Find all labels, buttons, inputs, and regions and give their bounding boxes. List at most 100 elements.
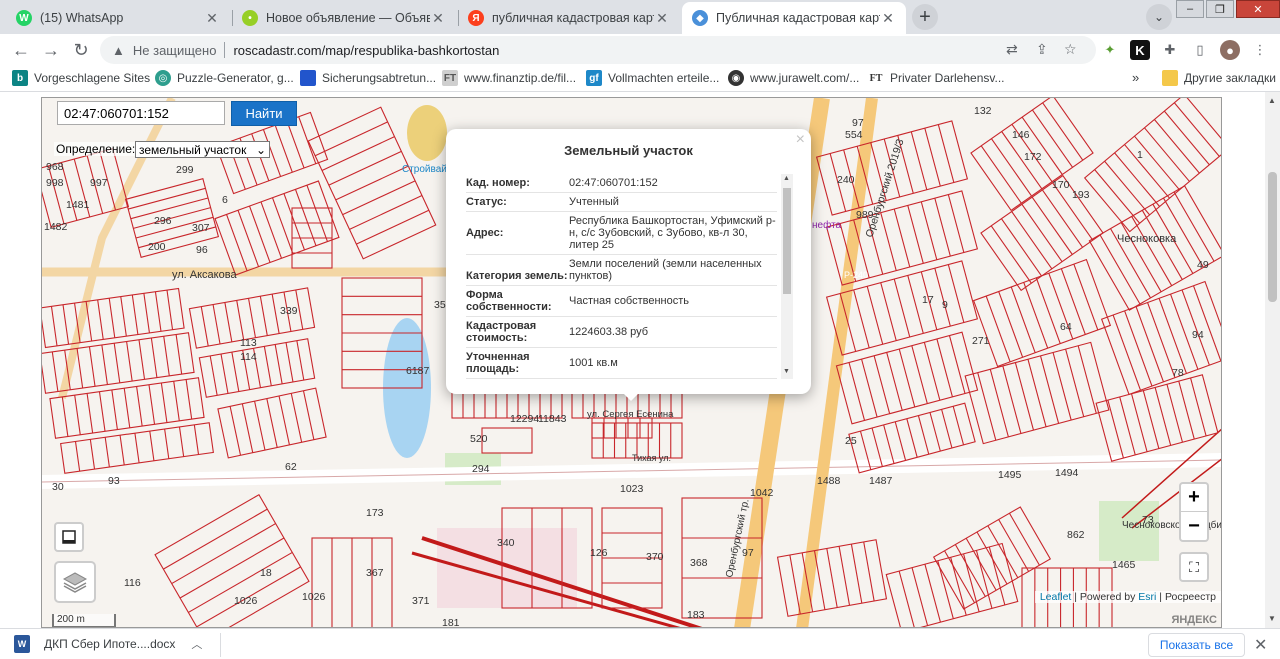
tab-yandex[interactable]: Я публичная кадастровая карта р ✕ bbox=[458, 2, 680, 34]
browser-toolbar: ← → ↻ ▲ Не защищено roscadastr.com/map/r… bbox=[0, 34, 1280, 65]
chevron-up-icon[interactable]: ︿ bbox=[191, 636, 202, 652]
new-tab-button[interactable]: + bbox=[912, 4, 938, 30]
tab-avito[interactable]: • Новое объявление — Объявления ✕ bbox=[232, 2, 456, 34]
bookmark-item[interactable]: Sicherungsabtretun... bbox=[300, 70, 436, 86]
map-label: 64 bbox=[1060, 321, 1072, 333]
scroll-thumb[interactable] bbox=[1268, 172, 1277, 302]
esri-link[interactable]: Esri bbox=[1138, 591, 1156, 603]
tab-search-button[interactable]: ⌄ bbox=[1146, 4, 1172, 30]
row-key: Категория земель: bbox=[466, 270, 568, 282]
popup-scrollbar[interactable]: ▲ ▼ bbox=[781, 174, 793, 379]
row-value: Республика Башкортостан, Уфимский р-н, с… bbox=[569, 215, 776, 251]
scroll-thumb[interactable] bbox=[783, 188, 791, 294]
bookmark-label: www.jurawelt.com/... bbox=[750, 71, 860, 85]
map-label: 18 bbox=[260, 567, 272, 579]
reload-button[interactable]: ↻ bbox=[68, 37, 94, 63]
bing-icon: b bbox=[12, 70, 28, 86]
ft-icon: FT bbox=[869, 72, 883, 84]
tab-whatsapp[interactable]: W (15) WhatsApp ✕ bbox=[6, 2, 230, 34]
row-value: 1224603.38 руб bbox=[569, 326, 649, 338]
map-label: нефта bbox=[812, 219, 842, 231]
divider bbox=[224, 42, 226, 58]
map-label: 93 bbox=[108, 475, 120, 487]
zoom-in-button[interactable]: + bbox=[1181, 484, 1207, 512]
puzzle-icon: ◎ bbox=[155, 70, 171, 86]
map-label: 17 bbox=[922, 294, 934, 306]
bookmark-label: www.finanztip.de/fil... bbox=[464, 71, 577, 85]
find-button[interactable]: Найти bbox=[231, 101, 297, 126]
forward-button[interactable]: → bbox=[38, 37, 64, 63]
row-key: Кадастровая стоимость: bbox=[466, 320, 537, 344]
menu-icon[interactable]: ⋮ bbox=[1250, 40, 1270, 60]
map-label: 116 bbox=[124, 577, 141, 589]
k-extension-icon[interactable]: K bbox=[1130, 40, 1150, 60]
zoom-out-button[interactable]: − bbox=[1181, 512, 1207, 540]
fullscreen-button[interactable]: ⛶ bbox=[1179, 552, 1209, 582]
map-label: 12294 bbox=[510, 413, 539, 425]
map-label: 368 bbox=[690, 557, 708, 569]
cadastral-search-input[interactable] bbox=[57, 101, 225, 125]
close-icon[interactable]: ✕ bbox=[204, 10, 220, 27]
chevron-down-icon: ⌄ bbox=[255, 142, 266, 157]
close-icon[interactable]: ✕ bbox=[430, 10, 446, 27]
map-label: 62 bbox=[285, 461, 297, 473]
map-label: 371 bbox=[412, 595, 430, 607]
bookmark-item[interactable]: FT www.finanztip.de/fil... bbox=[442, 70, 576, 86]
address-bar[interactable]: ▲ Не защищено roscadastr.com/map/respubl… bbox=[100, 36, 1096, 64]
map-label: 1 bbox=[1137, 149, 1143, 161]
map-label: 172 bbox=[1024, 151, 1042, 163]
map-label: 554 bbox=[845, 129, 863, 141]
scroll-up-icon[interactable]: ▲ bbox=[783, 175, 790, 182]
map-label: 6187 bbox=[406, 365, 430, 377]
avatar[interactable]: ● bbox=[1220, 40, 1240, 60]
map-label: 181 bbox=[442, 617, 460, 628]
table-row: Форма собственности: Частная собственнос… bbox=[466, 286, 777, 317]
security-label: Не защищено bbox=[132, 42, 217, 58]
window-close-button[interactable]: ✕ bbox=[1236, 0, 1280, 18]
definition-label: Определение: bbox=[54, 142, 138, 156]
bookmarks-bar: b Vorgeschlagene Sites ◎ Puzzle-Generato… bbox=[0, 65, 1280, 92]
scroll-down-icon[interactable]: ▼ bbox=[1268, 614, 1276, 623]
bookmark-label: Vollmachten erteile... bbox=[608, 71, 720, 85]
other-bookmarks[interactable]: Другие закладки bbox=[1162, 70, 1276, 86]
close-icon[interactable]: ✕ bbox=[1254, 635, 1267, 655]
row-key: Кад. номер: bbox=[466, 177, 530, 189]
map-label: 299 bbox=[176, 164, 194, 176]
maximize-button[interactable]: ❐ bbox=[1206, 0, 1234, 18]
row-key: Адрес: bbox=[466, 227, 504, 239]
minimize-button[interactable]: – bbox=[1176, 0, 1204, 18]
layers-button[interactable] bbox=[54, 561, 96, 603]
back-button[interactable]: ← bbox=[8, 37, 34, 63]
map-label: 1487 bbox=[869, 475, 893, 487]
window-controls: – ❐ ✕ bbox=[1174, 0, 1280, 20]
print-button[interactable] bbox=[54, 522, 84, 552]
extension-icon[interactable]: ✦ bbox=[1100, 40, 1120, 60]
popup-title: Земельный участок bbox=[564, 143, 693, 158]
cadastral-map[interactable]: 968 998 997 299 1481 296 307 200 96 1482 339 113 114… bbox=[41, 97, 1222, 628]
tab-roscadastr[interactable]: ◆ Публичная кадастровая карта: Р ✕ bbox=[682, 2, 906, 34]
close-icon[interactable]: ✕ bbox=[654, 10, 670, 27]
download-item[interactable]: W ДКП Сбер Ипоте....docx ︿ bbox=[14, 635, 202, 653]
close-icon[interactable]: ✕ bbox=[880, 10, 896, 27]
bookmark-item[interactable]: ◎ Puzzle-Generator, g... bbox=[155, 70, 294, 86]
bookmark-item[interactable]: ◉ www.jurawelt.com/... bbox=[728, 70, 859, 86]
share-icon[interactable]: ⇪ bbox=[1036, 41, 1048, 58]
more-bookmarks-icon[interactable]: » bbox=[1132, 70, 1139, 85]
definition-select[interactable]: земельный участок ⌄ bbox=[135, 141, 270, 158]
map-label: 240 bbox=[837, 174, 855, 186]
bookmark-item[interactable]: gf Vollmachten erteile... bbox=[586, 70, 719, 86]
sidepanel-icon[interactable]: ▯ bbox=[1190, 40, 1210, 60]
scroll-up-icon[interactable]: ▲ bbox=[1268, 96, 1276, 105]
show-all-button[interactable]: Показать все bbox=[1148, 633, 1245, 657]
table-row: Кадастровая стоимость: 1224603.38 руб bbox=[466, 317, 777, 348]
leaflet-link[interactable]: Leaflet bbox=[1040, 591, 1072, 603]
page-scrollbar[interactable]: ▲ ▼ bbox=[1265, 92, 1280, 628]
puzzle-icon[interactable]: ✚ bbox=[1160, 40, 1180, 60]
map-label: Тихая ул. bbox=[632, 453, 671, 463]
bookmark-item[interactable]: b Vorgeschlagene Sites bbox=[12, 70, 150, 86]
map-label: ул. Аксакова bbox=[172, 269, 237, 281]
bookmark-item[interactable]: FT Privater Darlehensv... bbox=[868, 70, 1005, 86]
star-icon[interactable]: ☆ bbox=[1064, 41, 1077, 58]
translate-icon[interactable]: ⇄ bbox=[1006, 41, 1018, 58]
scroll-down-icon[interactable]: ▼ bbox=[783, 368, 790, 375]
